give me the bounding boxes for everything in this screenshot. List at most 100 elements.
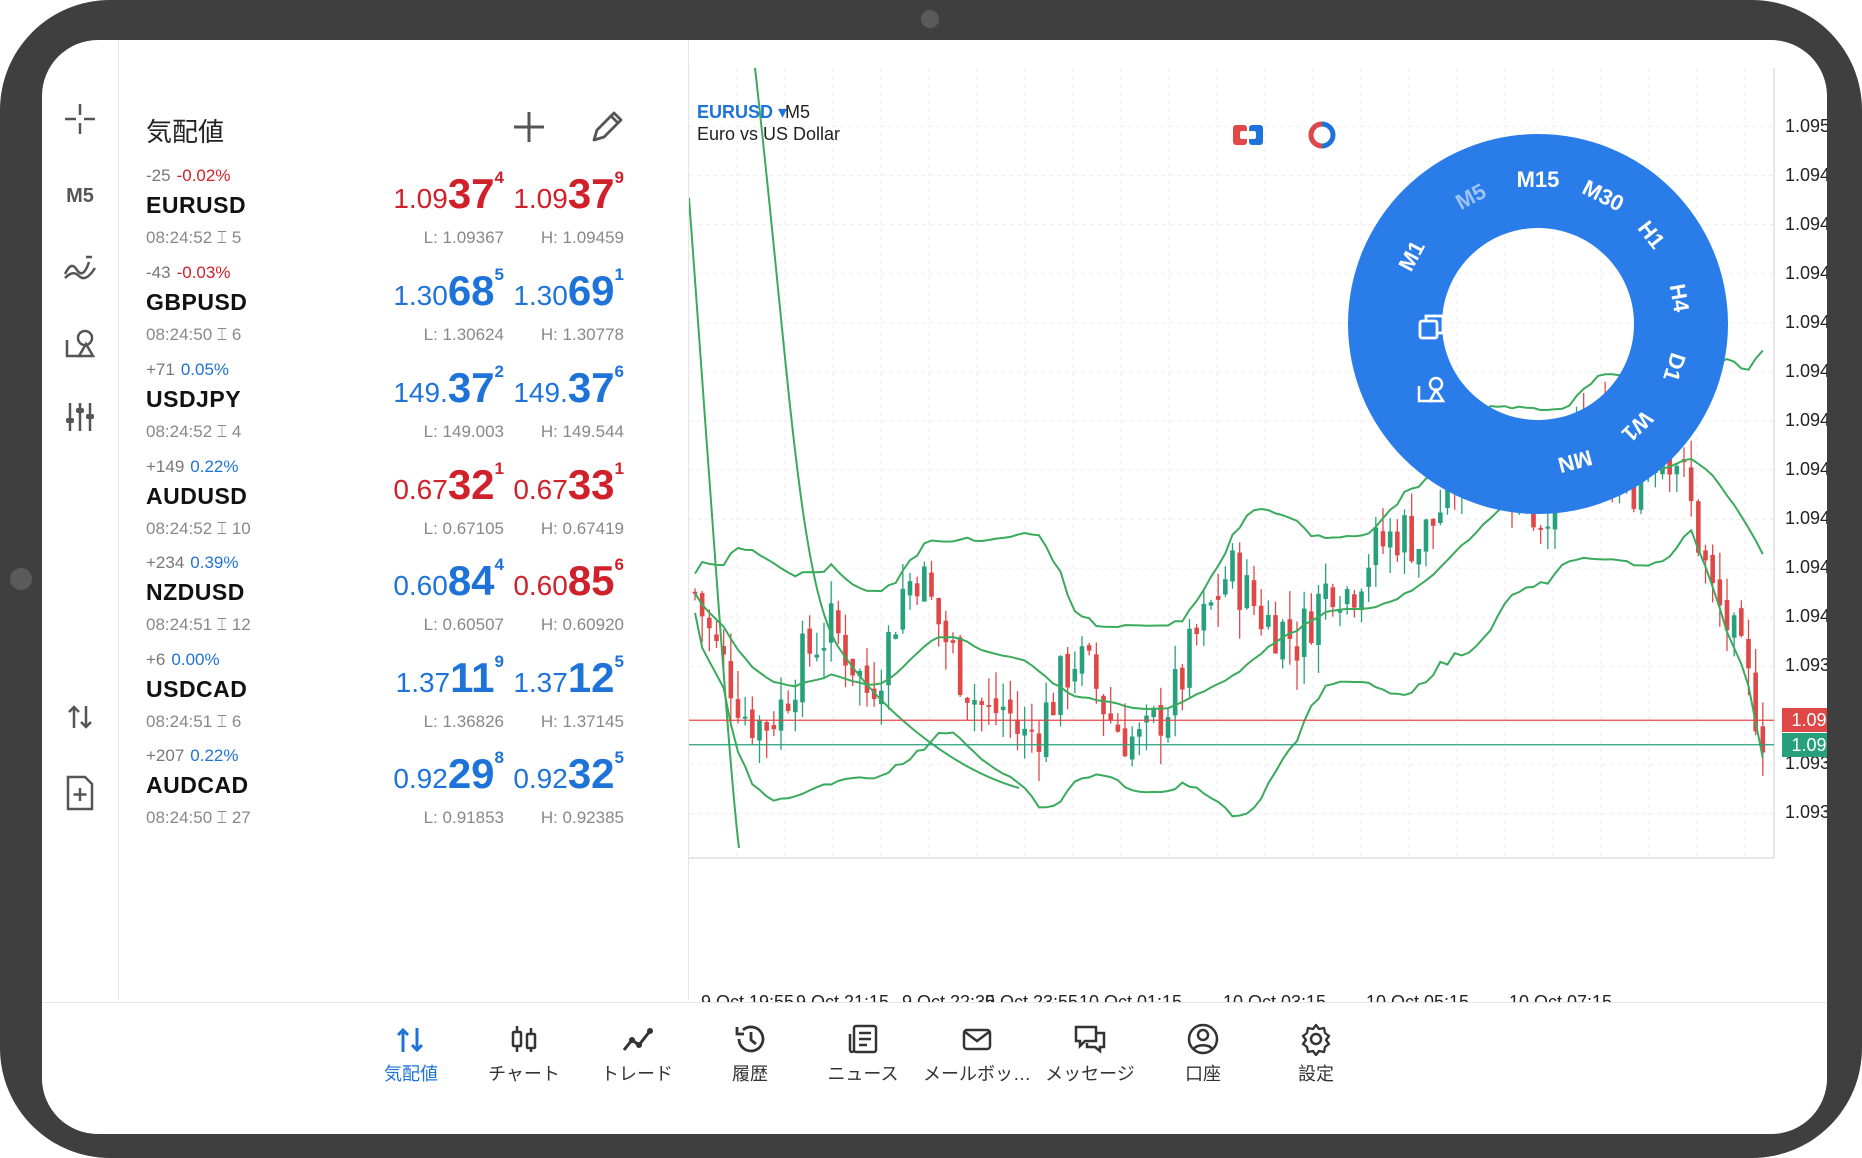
nav-history[interactable]: 履歴 (695, 1018, 805, 1086)
candle-body (1380, 531, 1386, 547)
ring-objects-button[interactable] (1416, 373, 1448, 405)
ask-price: 0.60856 (513, 555, 624, 604)
nav-label: チャート (488, 1064, 560, 1084)
candle-body (1230, 550, 1235, 582)
envelope-curve (689, 197, 740, 849)
y-axis-tick: 1.09360 (1785, 802, 1827, 823)
candle-body (1043, 702, 1049, 758)
candle-body (1094, 654, 1099, 689)
add-symbol-button[interactable] (506, 104, 552, 150)
quote-row-audcad[interactable]: +207 0.22% AUDCAD 08:24:50 ⌶ 27 0.92298 0.923… (118, 746, 678, 860)
daily-high: H: 149.544 (540, 422, 624, 441)
candle-body (1538, 527, 1543, 530)
candle-body (914, 583, 920, 597)
trade-toggle-button[interactable] (42, 692, 118, 742)
candle-body (1330, 587, 1336, 608)
candle-body (1258, 605, 1264, 630)
candle-body (1122, 728, 1128, 757)
daily-low: L: 1.30624 (423, 325, 504, 344)
candle-body (1301, 608, 1307, 657)
symbol-name: EURUSD (146, 192, 247, 218)
nav-account[interactable]: 口座 (1148, 1018, 1258, 1086)
nav-label: ニュース (827, 1064, 899, 1084)
candle-body (900, 588, 906, 630)
timeframe-option-m15[interactable]: M15 (1512, 167, 1564, 193)
candle-body (1344, 589, 1350, 605)
nav-label: 履歴 (732, 1064, 768, 1084)
ask-price: 1.09379 (513, 168, 624, 217)
candle-body (1180, 667, 1185, 690)
candle-body (1051, 702, 1056, 716)
daily-change: +71 0.05% (146, 360, 230, 379)
timeframe-button[interactable]: M5 (42, 171, 118, 221)
side-button (10, 568, 32, 590)
pencil-icon (592, 111, 623, 142)
bid-price: 1.30685 (393, 265, 504, 314)
chart-area[interactable]: EURUSD ▾ M5 Euro vs US Dollar 1.09500 1.0… (689, 68, 1827, 1012)
news-icon (848, 1024, 878, 1054)
candle-body (893, 634, 898, 639)
ring-copy-button[interactable] (1416, 311, 1448, 343)
candle-body (1273, 615, 1278, 654)
candle-body (943, 620, 949, 643)
candle-body (965, 697, 970, 703)
candle-body (1746, 639, 1751, 669)
candle-body (1545, 526, 1551, 529)
candle-body (979, 701, 984, 705)
quote-time: 08:24:50 ⌶ 6 (146, 325, 242, 344)
nav-settings[interactable]: 設定 (1261, 1018, 1371, 1086)
daily-high: H: 0.67419 (540, 519, 624, 538)
settings-icon (1301, 1023, 1331, 1056)
edit-symbols-button[interactable] (584, 104, 630, 150)
symbol-name: AUDUSD (146, 483, 248, 509)
candle-body (778, 699, 784, 731)
indicators-button[interactable] (42, 242, 118, 292)
candle-body (793, 699, 798, 713)
account-icon (1187, 1023, 1219, 1055)
chart-symbol[interactable]: EURUSD ▾ (697, 102, 787, 123)
candle-body (1710, 554, 1715, 584)
candle-body (1208, 602, 1214, 606)
candle-body (1359, 591, 1364, 611)
candle-body (750, 709, 755, 738)
nav-quotes[interactable]: 気配値 (356, 1018, 466, 1086)
candle-body (757, 719, 762, 741)
nav-mailbox[interactable]: メールボッ… (922, 1018, 1032, 1086)
one-click-trading-button[interactable] (1231, 121, 1265, 149)
nav-label: 口座 (1185, 1064, 1221, 1084)
daily-change: -25 -0.02% (146, 166, 231, 185)
nav-chart[interactable]: チャート (469, 1018, 579, 1086)
candle-body (1323, 583, 1328, 600)
candle-body (972, 699, 977, 705)
app-screen: M5 気配値 -25 -0.02% EURUSD 08:24:52 ⌶ 5 1.… (42, 40, 1827, 1134)
candle-body (1015, 719, 1020, 734)
nav-messages[interactable]: メッセージ (1035, 1018, 1145, 1086)
candle-body (1144, 715, 1149, 723)
nav-label: 気配値 (384, 1064, 438, 1084)
chart-settings-button[interactable] (42, 392, 118, 442)
new-order-button[interactable] (42, 768, 118, 818)
daily-low: L: 149.003 (423, 422, 504, 441)
candle-body (742, 716, 748, 719)
nav-trade[interactable]: トレード (582, 1018, 692, 1086)
ask-price: 1.37125 (513, 652, 624, 701)
crosshair-tool-button[interactable] (42, 94, 118, 144)
candle-body (764, 722, 769, 731)
candle-body (735, 699, 741, 718)
indicator-wave-icon (63, 255, 97, 280)
daily-low: L: 0.91853 (423, 808, 504, 827)
quote-time: 08:24:52 ⌶ 5 (146, 228, 242, 247)
candle-body (1029, 729, 1035, 732)
objects-button[interactable] (42, 318, 118, 368)
daily-low: L: 0.60507 (423, 615, 504, 634)
candle-body (1430, 518, 1436, 526)
y-axis-tick: 1.09480 (1785, 213, 1827, 234)
candle-body (728, 661, 734, 699)
candle-body (1739, 608, 1744, 636)
quote-time: 08:24:51 ⌶ 12 (146, 615, 251, 634)
nav-news[interactable]: ニュース (808, 1018, 918, 1086)
daily-high: H: 1.37145 (540, 712, 624, 731)
candle-body (1008, 699, 1013, 714)
daily-change: +234 0.39% (146, 553, 239, 572)
candle-body (950, 640, 956, 643)
